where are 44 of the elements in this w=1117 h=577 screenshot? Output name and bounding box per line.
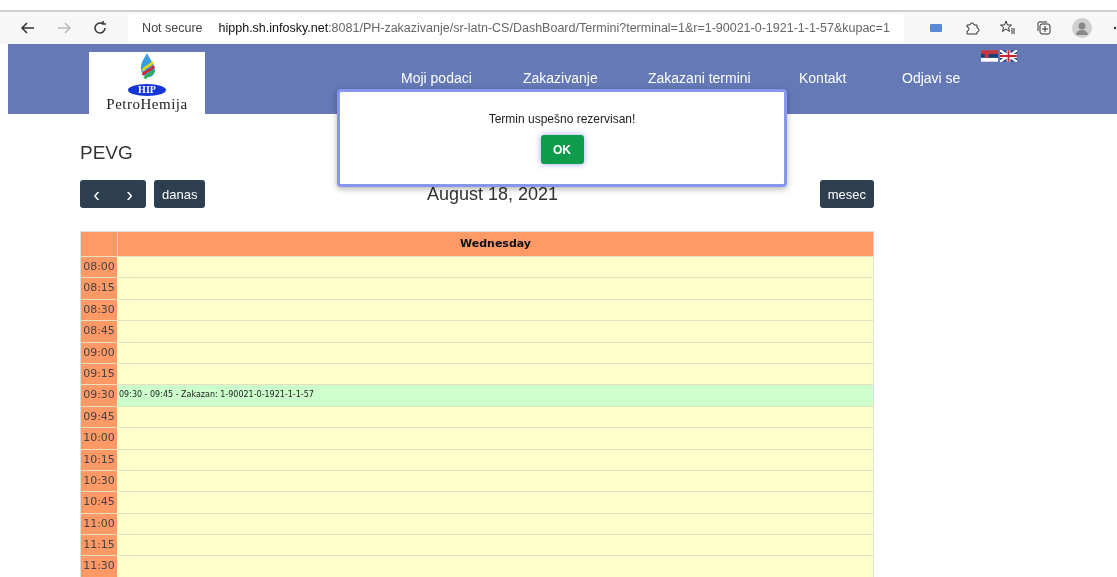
uk-flag-icon[interactable] <box>1000 50 1017 62</box>
time-label: 11:15 <box>81 535 117 556</box>
time-label: 09:15 <box>81 363 117 385</box>
logo-badge: HIP <box>128 84 166 96</box>
back-icon[interactable] <box>20 20 36 36</box>
previous-button[interactable]: ‹ <box>80 180 113 208</box>
puzzle-icon[interactable] <box>964 20 980 36</box>
dialog-message: Termin uspešno rezervisan! <box>488 112 636 126</box>
time-label: 08:00 <box>81 257 117 278</box>
ok-button[interactable]: OK <box>540 135 584 164</box>
reload-icon[interactable] <box>92 20 108 36</box>
url-text: hipph.sh.infosky.net:8081/PH-zakazivanje/sr-latn-CS/DashBoard/Termini?terminal=1&r=1-90021-0-1921-1-1-57&kupac=1 <box>218 21 890 35</box>
time-label: 10:30 <box>81 470 117 492</box>
time-label: 10:15 <box>81 449 117 470</box>
favorites-icon[interactable] <box>1000 20 1016 36</box>
time-label: 08:15 <box>81 278 117 299</box>
nav-link[interactable]: Kontakt <box>799 70 902 88</box>
nav-link[interactable]: Zakazivanje <box>523 70 648 88</box>
time-label: 08:45 <box>81 321 117 342</box>
time-label: 11:00 <box>81 513 117 535</box>
time-label: 09:45 <box>81 406 117 428</box>
time-label: 11:30 <box>81 556 117 577</box>
collections-icon[interactable] <box>1036 20 1052 36</box>
time-label: 09:00 <box>81 342 117 363</box>
avatar-icon[interactable] <box>1072 18 1092 38</box>
day-header: Wednesday <box>458 236 532 252</box>
time-label: 10:45 <box>81 492 117 513</box>
security-label: Not secure <box>142 21 203 35</box>
logo-text: PetroHemija <box>106 96 188 113</box>
next-button[interactable]: › <box>113 180 146 208</box>
nav-link[interactable]: Moji podaci <box>401 70 523 88</box>
month-button[interactable]: mesec <box>819 180 874 208</box>
address-bar[interactable]: Not secure hipph.sh.infosky.net:8081/PH-zakazivanje/sr-latn-CS/DashBoard/Termini?terminal=1&r=1-90021-0-1921-1-1-57&kupac=1 <box>128 14 904 42</box>
today-button[interactable]: danas <box>154 180 206 208</box>
booked-slot[interactable]: 09:30 - 09:45 - Zakazan: 1-90021-0-1921-1-1-57 <box>117 385 873 406</box>
time-label: 10:00 <box>81 428 117 449</box>
calendar-date: August 18, 2021 <box>426 183 560 205</box>
nav-link[interactable]: Odjavi se <box>902 70 961 88</box>
forward-icon[interactable] <box>56 20 72 36</box>
serbian-flag-icon[interactable] <box>981 50 998 62</box>
page-title: PEVG <box>80 142 133 165</box>
nav-link[interactable]: Zakazani termini <box>648 70 799 88</box>
time-label: 09:30 <box>81 385 117 406</box>
time-label: 08:30 <box>81 299 117 321</box>
